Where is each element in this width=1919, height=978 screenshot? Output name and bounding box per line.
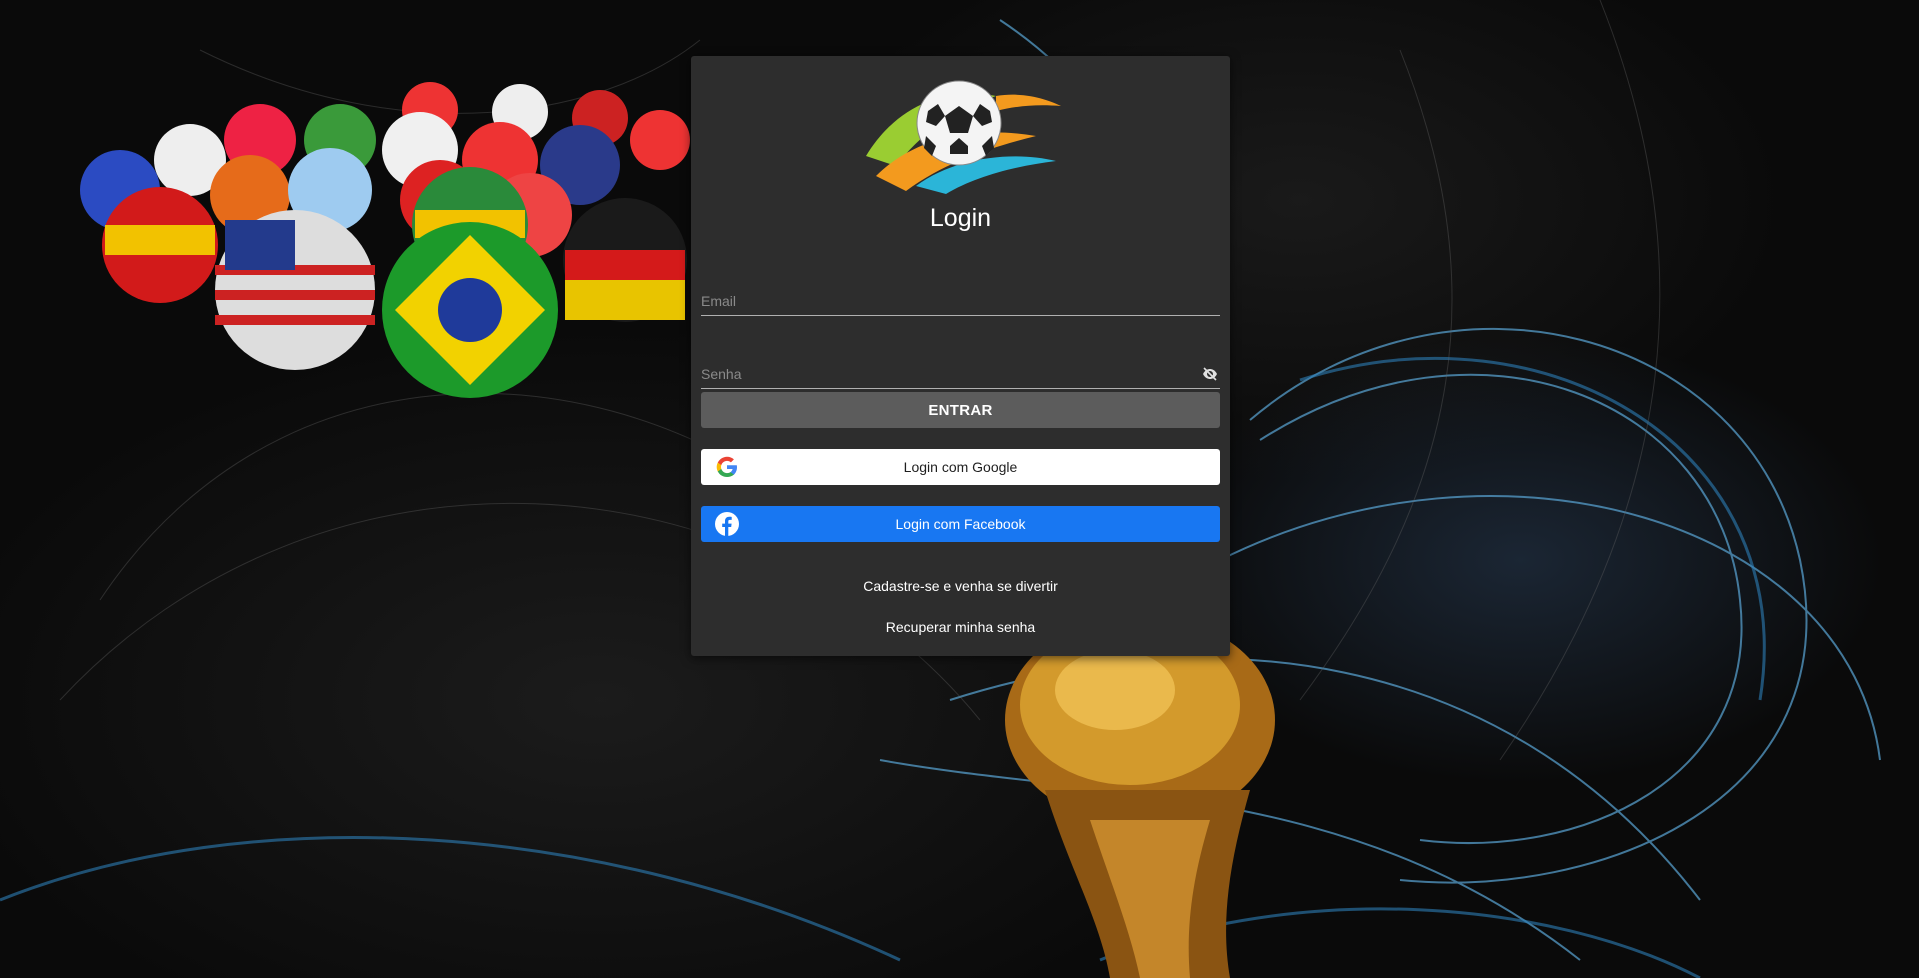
entrar-button-label: ENTRAR — [928, 401, 993, 419]
login-card: Login ENTRAR Login com Google Login com … — [691, 56, 1230, 656]
facebook-f-icon — [715, 512, 739, 536]
login-google-label: Login com Google — [903, 459, 1018, 475]
entrar-button[interactable]: ENTRAR — [701, 392, 1220, 428]
email-field-wrapper — [701, 286, 1220, 316]
signup-link[interactable]: Cadastre-se e venha se divertir — [691, 578, 1230, 594]
login-facebook-button[interactable]: Login com Facebook — [701, 506, 1220, 542]
password-field-wrapper — [701, 359, 1220, 389]
soccer-ball-logo — [866, 80, 1061, 194]
login-google-button[interactable]: Login com Google — [701, 449, 1220, 485]
flag-balls-graphic — [80, 82, 690, 398]
password-input[interactable] — [701, 359, 1220, 388]
trophy-graphic — [1005, 615, 1275, 978]
email-input[interactable] — [701, 286, 1220, 315]
eye-off-icon[interactable] — [1202, 367, 1218, 381]
recover-password-link[interactable]: Recuperar minha senha — [691, 619, 1230, 635]
login-title: Login — [929, 204, 992, 232]
google-g-icon — [716, 456, 737, 477]
login-facebook-label: Login com Facebook — [895, 516, 1026, 532]
